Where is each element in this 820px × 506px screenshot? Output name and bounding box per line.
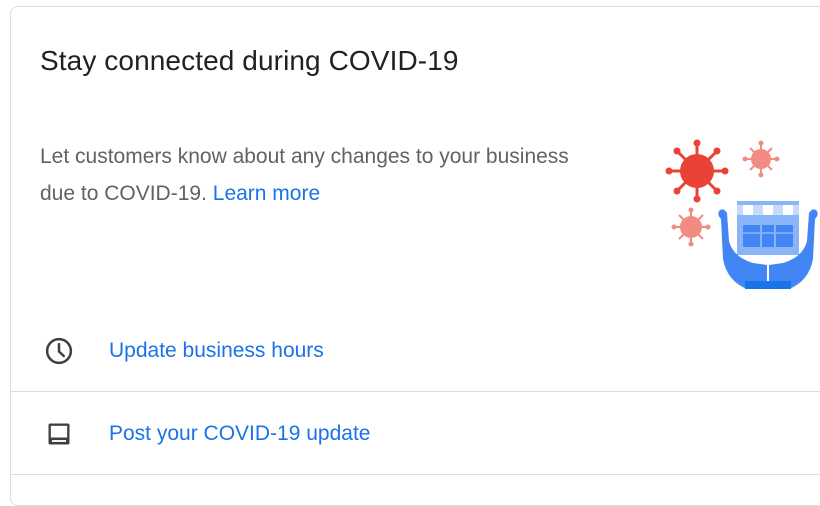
covid-store-illustration (657, 131, 820, 296)
virus-small-icon (742, 140, 780, 178)
learn-more-link[interactable]: Learn more (213, 182, 320, 205)
card-title: Stay connected during COVID-19 (40, 45, 459, 76)
virus-large-icon (665, 139, 729, 203)
clock-icon (39, 331, 79, 371)
covid-card: Stay connected during COVID-19 Let custo… (10, 6, 820, 506)
storefront-icon (737, 201, 799, 255)
covid-store-illustration-svg (665, 139, 818, 289)
update-hours-row[interactable]: Update business hours (11, 310, 820, 392)
update-hours-link[interactable]: Update business hours (109, 339, 324, 363)
virus-small-icon (671, 207, 711, 247)
post-update-link[interactable]: Post your COVID-19 update (109, 422, 370, 446)
card-description: Let customers know about any changes to … (40, 138, 600, 212)
post-update-row[interactable]: Post your COVID-19 update (11, 393, 820, 475)
post-icon (39, 414, 79, 454)
